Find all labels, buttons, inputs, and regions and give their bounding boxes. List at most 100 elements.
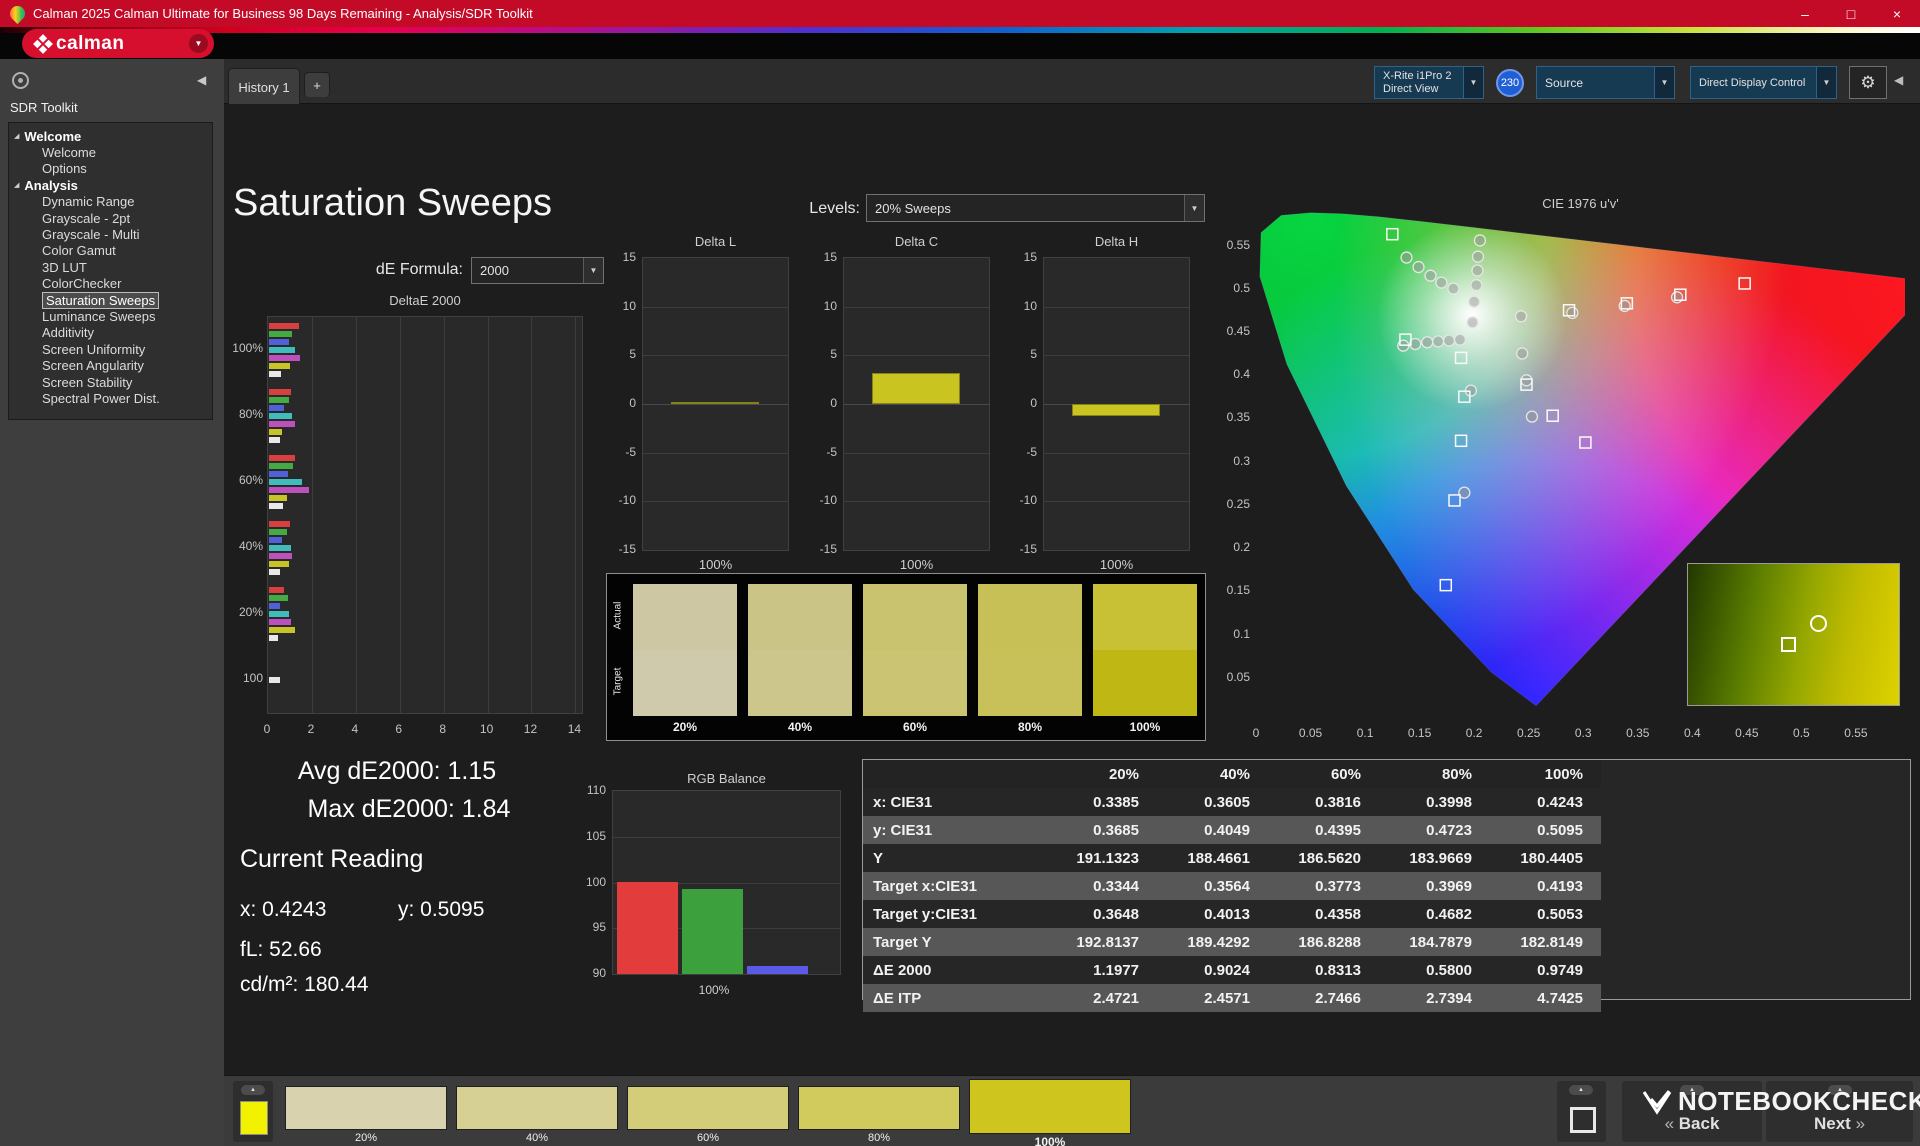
value-cell: 189.4292 (1187, 933, 1250, 951)
bar (269, 371, 282, 377)
target-swatch-100% (1093, 650, 1197, 716)
calman-logo-button[interactable]: calman ▼ (22, 29, 214, 58)
patch-button-40%[interactable]: 40% (456, 1086, 618, 1145)
expander-icon[interactable]: ◢ (14, 181, 19, 189)
collapse-panel-button[interactable]: ◀ (1894, 73, 1903, 87)
meter-status-badge[interactable]: 230 (1496, 69, 1524, 97)
y-tick-label: 15 (823, 250, 837, 264)
x-tick-label: 0.55 (1844, 726, 1868, 740)
sidebar-item-welcome[interactable]: Welcome (11, 144, 210, 160)
value-cell: 0.4682 (1426, 905, 1472, 923)
settings-button[interactable]: ⚙ (1849, 66, 1887, 99)
meter-dropdown[interactable]: X-Rite i1Pro 2 Direct View ▼ (1374, 66, 1484, 99)
gridline (844, 452, 989, 454)
y-tick-label: 80% (238, 407, 263, 421)
y-tick-label: 100% (232, 341, 263, 355)
add-tab-button[interactable]: + (304, 72, 330, 97)
patch-button-20%[interactable]: 20% (285, 1086, 447, 1145)
sidebar-item-grayscale-2pt[interactable]: Grayscale - 2pt (11, 210, 210, 226)
row-label: x: CIE31 (873, 793, 933, 811)
arrow-up-icon[interactable]: ▲ (241, 1085, 265, 1095)
patch-button-100%[interactable]: 100% (969, 1079, 1131, 1146)
y-tick-label: 100 (242, 671, 263, 685)
sidebar-item-screen-angularity[interactable]: Screen Angularity (11, 357, 210, 373)
value-cell: 0.3648 (1093, 905, 1139, 923)
source-dropdown[interactable]: Source ▼ (1536, 66, 1675, 99)
sidebar-item-spectral-power-dist[interactable]: Spectral Power Dist. (11, 390, 210, 406)
measured-point (1520, 374, 1533, 387)
target-row-label: Target (612, 667, 624, 696)
y-tick-label: 20% (238, 605, 263, 619)
de-formula-dropdown[interactable]: 2000 ▼ (471, 257, 604, 284)
y-tick-label: -15 (618, 542, 636, 556)
value-cell: 0.4358 (1315, 905, 1361, 923)
x-tick-label: 4 (351, 722, 359, 736)
target-swatch-40% (748, 650, 852, 716)
measured-point (1670, 291, 1684, 304)
value-cell: 0.3685 (1093, 821, 1139, 839)
y-tick-label: -10 (1019, 493, 1037, 508)
value-cell: 0.9749 (1537, 961, 1583, 979)
sidebar-item-screen-stability[interactable]: Screen Stability (11, 374, 210, 390)
maximize-button[interactable]: □ (1828, 0, 1874, 27)
value-cell: 0.8313 (1315, 961, 1361, 979)
chevron-down-icon[interactable]: ▼ (189, 34, 208, 53)
sidebar-item-grayscale-multi[interactable]: Grayscale - Multi (11, 226, 210, 242)
value-cell: 188.4661 (1187, 849, 1250, 867)
levels-dropdown[interactable]: 20% Sweeps ▼ (866, 194, 1205, 222)
pattern-window-button[interactable]: ▲ (1557, 1081, 1606, 1142)
actual-row-label: Actual (612, 601, 624, 630)
measured-point (1470, 279, 1483, 292)
sidebar-item-label: Options (42, 161, 87, 177)
actual-swatch-80% (978, 584, 1082, 650)
sidebar-circle-button[interactable] (12, 72, 29, 89)
y-tick-label: 0.1 (1233, 626, 1250, 641)
table-row: Target x:CIE31 0.3344 0.3564 0.3773 0.3969 0.… (863, 872, 1601, 900)
cie-zoom-inset (1687, 563, 1900, 706)
patch-button-60%[interactable]: 60% (627, 1086, 789, 1145)
sidebar-item-dynamic-range[interactable]: Dynamic Range (11, 194, 210, 210)
gridline (1044, 306, 1189, 308)
swatch-column-label: 20% (672, 720, 698, 734)
measured-point (1432, 335, 1445, 348)
sidebar-item-luminance-sweeps[interactable]: Luminance Sweeps (11, 308, 210, 324)
expander-icon[interactable]: ◢ (14, 132, 19, 140)
notebookcheck-watermark: NOTEBOOKCHECK (1642, 1086, 1920, 1117)
sidebar-item-saturation-sweeps[interactable]: Saturation Sweeps (11, 291, 210, 309)
chevron-down-icon: ▼ (1654, 67, 1674, 98)
sidebar-item-screen-uniformity[interactable]: Screen Uniformity (11, 341, 210, 357)
display-control-dropdown[interactable]: Direct Display Control ▼ (1690, 66, 1837, 99)
current-reading-title: Current Reading (240, 845, 424, 873)
collapse-sidebar-icon[interactable]: ◀ (197, 73, 206, 87)
sidebar-item-options[interactable]: Options (11, 161, 210, 177)
column-header: 20% (1108, 765, 1139, 783)
brand-bar: calman ▼ (0, 27, 1920, 59)
sidebar-item-label: Welcome (24, 128, 82, 144)
y-tick-label: -10 (819, 493, 837, 508)
y-tick-label: 100 (585, 874, 606, 889)
row-label: y: CIE31 (873, 821, 933, 839)
sidebar-item-label: Dynamic Range (42, 194, 135, 210)
measured-point (1473, 234, 1487, 247)
x-tick-label: 0.5 (1793, 726, 1810, 740)
table-row: Y 191.1323 188.4661 186.5620 183.9669 180.440… (863, 844, 1601, 872)
value-cell: 1.1977 (1093, 961, 1139, 979)
minimize-button[interactable]: – (1782, 0, 1828, 27)
reading-fl: fL: 52.66 (240, 938, 322, 961)
sidebar-item-colorchecker[interactable]: ColorChecker (11, 276, 210, 292)
patch-button-80%[interactable]: 80% (798, 1086, 960, 1145)
tab-history-1[interactable]: History 1 (228, 68, 300, 105)
bar (269, 569, 280, 575)
delta-c-title: Delta C (894, 234, 939, 249)
sidebar-item-3d-lut[interactable]: 3D LUT (11, 259, 210, 275)
sidebar-item-additivity[interactable]: Additivity (11, 325, 210, 341)
sidebar-item-color-gamut[interactable]: Color Gamut (11, 243, 210, 259)
current-patch-tile[interactable]: ▲ (233, 1081, 273, 1142)
close-button[interactable]: × (1874, 0, 1920, 27)
sidebar-item-analysis[interactable]: ◢ Analysis (11, 177, 210, 193)
calman-logo-text: calman (56, 32, 125, 54)
value-cell: 180.4405 (1520, 849, 1583, 867)
sidebar-item-welcome[interactable]: ◢ Welcome (11, 128, 210, 144)
bar (872, 372, 960, 404)
arrow-up-icon[interactable]: ▲ (1569, 1085, 1593, 1095)
